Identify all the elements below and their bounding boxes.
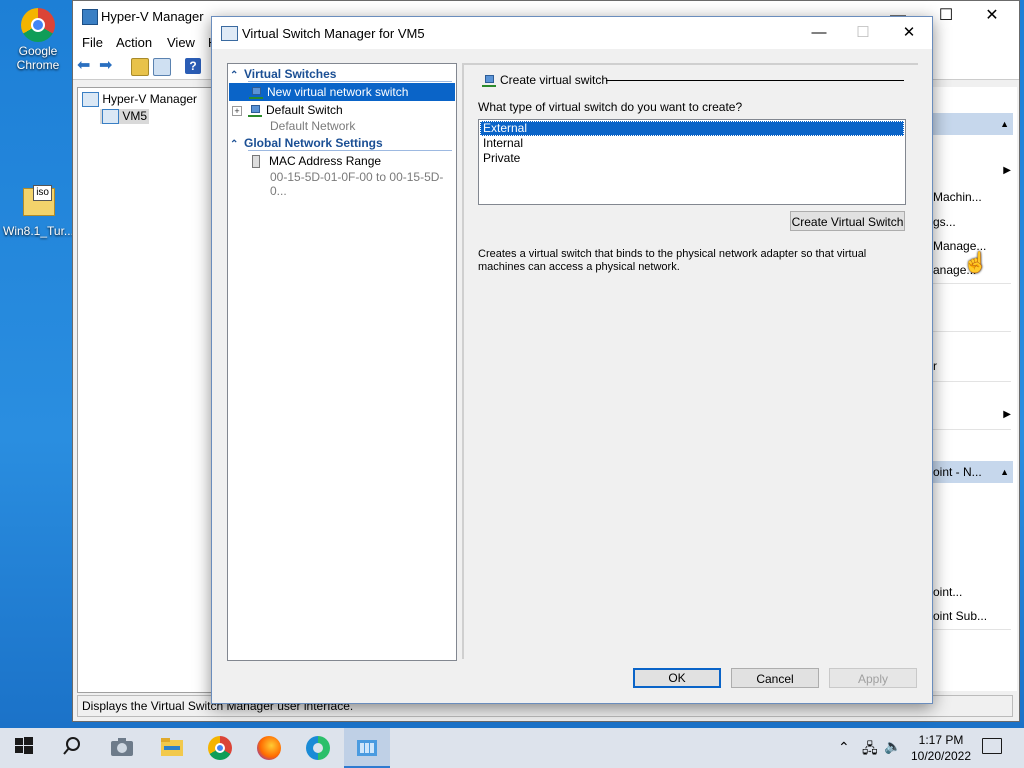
divider [248,81,452,82]
edge-icon[interactable] [306,736,330,760]
camera-app-icon[interactable] [110,736,134,760]
search-icon[interactable] [62,736,86,760]
iso-file-icon: iso [21,185,55,222]
switch-manager-icon [221,26,238,41]
divider [248,150,452,151]
desktop-icon-label: Win8.1_Tur... [3,224,74,238]
chrome-icon [21,8,55,42]
close-button[interactable]: ✕ [969,1,1015,31]
submenu-arrow-icon[interactable]: ▶ [1003,409,1011,420]
action-checkpoint-subtree[interactable]: oint Sub... [933,609,987,623]
console-tree-icon[interactable] [153,58,171,76]
hyperv-server-icon [82,92,99,108]
list-item-private[interactable]: Private [480,151,904,166]
group-title: Create virtual switch [482,73,608,87]
clock-time: 1:17 PM [918,733,964,747]
expand-icon[interactable]: + [232,106,242,116]
menu-action[interactable]: Action [116,35,152,50]
hand-cursor-icon: ☝ [963,252,988,274]
clock-date: 10/20/2022 [910,749,972,763]
console-tree: Hyper-V Manager VM5 [77,87,217,693]
checkpoint-section-header[interactable]: oint - N... ▲ [931,461,1013,483]
volume-icon[interactable]: 🔈 [884,738,901,755]
divider [931,331,1011,332]
nav-item-subtext: 00-15-5D-01-0F-00 to 00-15-5D-0... [270,170,444,198]
server-icon [102,109,119,125]
ok-button[interactable]: OK [633,668,721,688]
network-switch-icon [248,104,262,117]
desktop-icon-chrome[interactable]: Google Chrome [3,8,73,72]
close-button[interactable]: ✕ [886,17,932,49]
up-folder-icon[interactable] [131,58,149,76]
desktop-icon-label: Chrome [16,58,60,72]
details-pane: Create virtual switch What type of virtu… [462,63,918,659]
cancel-button[interactable]: Cancel [731,668,819,688]
list-item-internal[interactable]: Internal [480,136,904,151]
clock[interactable]: 1:17 PM 10/20/2022 [908,732,974,764]
network-icon[interactable]: 🖧 [862,738,878,762]
list-item-external[interactable]: External [480,121,904,136]
divider [931,381,1011,382]
file-explorer-icon[interactable] [160,736,184,760]
apply-button: Apply [829,668,917,688]
new-switch-icon [249,86,263,99]
maximize-button: ☐ [856,24,870,41]
action-settings[interactable]: gs... [933,215,956,229]
menu-view[interactable]: View [167,35,195,50]
window-title: Hyper-V Manager [101,9,204,24]
nav-item-label: New virtual network switch [267,85,409,99]
hyperv-app-icon [82,9,98,25]
notifications-icon[interactable] [982,738,1002,754]
nav-item-new-switch[interactable]: New virtual network switch [229,83,455,101]
divider [606,80,904,81]
switch-type-list[interactable]: External Internal Private [478,119,906,205]
create-virtual-switch-button[interactable]: Create Virtual Switch [790,211,905,231]
desktop-icon-label: Google [18,44,58,58]
action-checkpoint[interactable]: oint... [933,585,962,599]
section-virtual-switches[interactable]: ⌃ Virtual Switches [230,67,336,81]
section-global-network-settings[interactable]: ⌃ Global Network Settings [230,136,383,150]
desktop-icon-iso[interactable]: iso Win8.1_Tur... [3,182,74,238]
action-partial[interactable]: r [933,359,937,373]
tree-root[interactable]: Hyper-V Manager [82,92,198,108]
dialog-title: Virtual Switch Manager for VM5 [242,26,425,41]
tree-item-label: VM5 [122,109,148,123]
actions-header[interactable]: ▲ [931,113,1013,135]
collapse-chevron-icon: ⌃ [230,70,239,81]
network-adapter-icon [252,155,260,169]
back-icon[interactable]: ⬅ [77,58,93,74]
action-new-machine[interactable]: Machin... [933,190,982,204]
forward-icon[interactable]: ➡ [99,58,115,74]
create-switch-icon [482,74,496,87]
taskbar: ⌃ 🖧 🔈 1:17 PM 10/20/2022 [0,728,1024,768]
navigation-pane: ⌃ Virtual Switches New virtual network sw… [227,63,457,661]
help-icon[interactable]: ? [185,58,201,74]
dialog-title-bar: Virtual Switch Manager for VM5 — ☐ ✕ [212,17,932,49]
minimize-button[interactable]: — [796,17,842,49]
divider [931,629,1011,630]
tree-root-label: Hyper-V Manager [102,92,198,106]
nav-item-subtext: Default Network [270,119,356,133]
start-button[interactable] [14,736,38,760]
nav-item-mac-range[interactable]: MAC Address Range [248,154,381,169]
divider [931,283,1011,284]
firefox-icon[interactable] [257,736,281,760]
submenu-arrow-icon[interactable]: ▶ [1003,165,1011,176]
collapse-chevron-icon: ⌃ [230,139,239,150]
chrome-icon[interactable] [208,736,232,760]
divider [931,429,1011,430]
nav-item-default-switch[interactable]: Default Switch [248,103,343,117]
tree-item-vm5[interactable]: VM5 [100,109,150,125]
menu-file[interactable]: File [82,35,103,50]
chevron-up-icon[interactable]: ⌃ [838,739,850,756]
actions-pane: ▲ ▶ Machin... gs... Manage... anage... r… [931,87,1017,691]
virtual-switch-manager-dialog: Virtual Switch Manager for VM5 — ☐ ✕ ⌃ Vi… [211,16,933,704]
question-label: What type of virtual switch do you want … [478,100,743,114]
description-text: Creates a virtual switch that binds to t… [478,248,867,273]
hyperv-manager-icon[interactable] [355,736,379,760]
